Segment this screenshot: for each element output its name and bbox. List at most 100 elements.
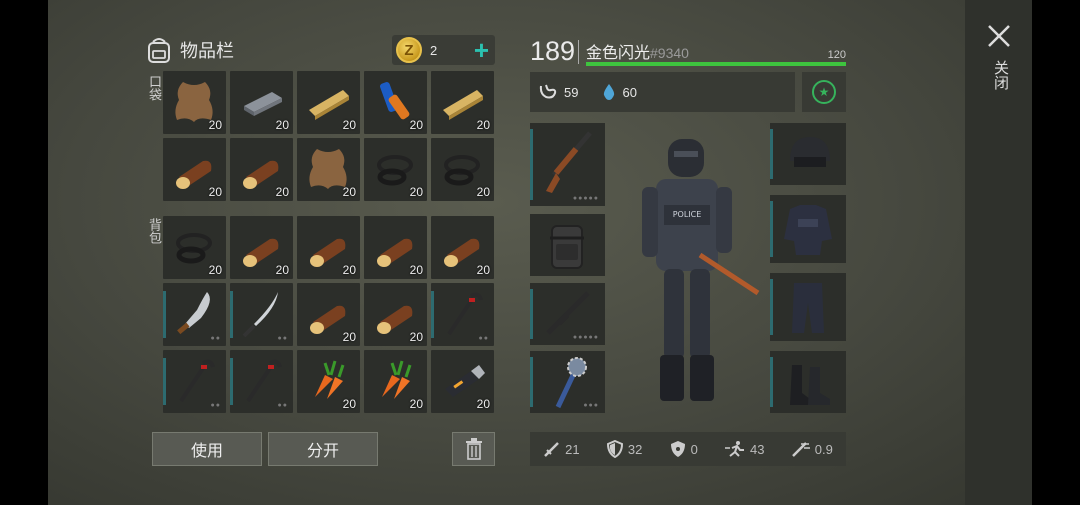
character-figure: POLICE [642, 139, 760, 401]
shotgun-icon [546, 131, 592, 193]
inventory-header: 物品栏 [146, 35, 234, 65]
backpack-slot[interactable]: ●● [163, 350, 226, 413]
equip-slot-weapon-secondary[interactable]: ●●●●● [530, 283, 605, 345]
durability-dots: ●● [277, 402, 288, 409]
tier-bar [770, 357, 773, 407]
backpack-slot[interactable]: 20 [297, 350, 360, 413]
pocket-slot[interactable]: 20 [297, 138, 360, 201]
star-icon: ★ [812, 80, 836, 104]
combat-stats: 21 32 0 43 0.9 [530, 432, 846, 466]
inventory-title: 物品栏 [180, 41, 234, 61]
close-label[interactable]: 关闭 [990, 60, 1011, 90]
attack-speed-icon [791, 442, 810, 457]
item-count: 20 [409, 118, 423, 132]
backpack-slot[interactable]: 20 [431, 216, 494, 279]
backpack-slot[interactable]: 20 [230, 216, 293, 279]
item-count: 20 [275, 185, 289, 199]
item-count: 20 [208, 263, 222, 277]
durability-dots: ●● [277, 335, 288, 342]
hunger-value: 59 [564, 84, 579, 100]
equip-slot-melee[interactable]: ●●● [530, 351, 605, 413]
item-count: 20 [208, 185, 222, 199]
equip-slot-boots[interactable] [770, 351, 846, 413]
damage-value: 21 [565, 441, 580, 457]
item-count: 20 [476, 185, 490, 199]
backpack-slot[interactable]: ●● [230, 350, 293, 413]
tier-bar [431, 291, 434, 338]
coin-counter: Z 2 + [392, 35, 495, 65]
item-count: 20 [476, 397, 490, 411]
tier-bar [530, 289, 533, 339]
stomach-icon [539, 84, 557, 99]
backpack-slot[interactable]: ●● [163, 283, 226, 346]
pocket-slot[interactable]: 20 [230, 138, 293, 201]
backpack-label: 背包 [147, 218, 162, 244]
item-count: 20 [409, 397, 423, 411]
pocket-slot[interactable]: 20 [364, 71, 427, 134]
durability-dots: ●●●●● [572, 195, 599, 202]
backpack-slot[interactable]: 20 [163, 216, 226, 279]
pocket-slot[interactable]: 20 [297, 71, 360, 134]
xp-bar-fill [586, 62, 846, 66]
tier-bar [230, 358, 233, 405]
backpack-slot[interactable]: 20 [297, 283, 360, 346]
equip-slot-helmet[interactable] [770, 123, 846, 185]
pocket-slot[interactable]: 20 [163, 138, 226, 201]
favorite-box[interactable]: ★ [802, 72, 846, 112]
durability-dots: ●●●●● [572, 334, 599, 341]
tier-bar [230, 291, 233, 338]
tier-bar [163, 358, 166, 405]
backpack-slot[interactable]: ●● [230, 283, 293, 346]
crowbar-icon [447, 292, 483, 336]
toxic-shield-icon [670, 441, 685, 457]
equip-slot-armor[interactable] [770, 195, 846, 263]
backpack-slot[interactable]: 20 [364, 350, 427, 413]
durability-dots: ●● [210, 402, 221, 409]
pocket-slot[interactable]: 20 [431, 138, 494, 201]
running-icon [725, 441, 745, 457]
tier-bar [770, 201, 773, 257]
stat-damage: 21 [543, 440, 580, 458]
backpack-slot[interactable]: ●● [431, 283, 494, 346]
pocket-slot[interactable]: 20 [230, 71, 293, 134]
trash-button[interactable] [452, 432, 495, 466]
police-vest-icon [784, 205, 832, 255]
durability-dots: ●● [478, 335, 489, 342]
split-button[interactable]: 分开 [268, 432, 378, 466]
level-divider [578, 40, 579, 64]
item-count: 20 [342, 185, 356, 199]
coin-count: 2 [430, 42, 438, 58]
coin-icon: Z [396, 37, 422, 63]
stat-attack-speed: 0.9 [791, 440, 833, 458]
stat-speed: 43 [724, 440, 765, 458]
durability-dots: ●● [210, 335, 221, 342]
sword-icon [544, 442, 560, 457]
shield-icon [606, 440, 623, 458]
backpack-slot[interactable]: 20 [364, 283, 427, 346]
pocket-slot[interactable]: 20 [364, 138, 427, 201]
backpack-slot[interactable]: 20 [431, 350, 494, 413]
equip-slot-weapon-main[interactable]: ●●●●● [530, 123, 605, 206]
tier-bar [530, 357, 533, 407]
item-count: 20 [342, 330, 356, 344]
equip-slot-pants[interactable] [770, 273, 846, 341]
defense-value: 32 [627, 441, 643, 457]
backpack-slot[interactable]: 20 [364, 216, 427, 279]
thirst-value: 60 [622, 84, 637, 100]
crowbar-icon [179, 359, 215, 403]
tier-bar [530, 129, 533, 200]
player-name: 金色闪光 [586, 45, 651, 62]
water-drop-icon [604, 84, 615, 100]
use-button[interactable]: 使用 [152, 432, 262, 466]
pocket-slot[interactable]: 20 [163, 71, 226, 134]
add-coins-button[interactable]: + [474, 37, 495, 63]
close-icon[interactable] [985, 22, 1013, 50]
item-count: 20 [275, 118, 289, 132]
backpack-icon [550, 225, 584, 269]
xp-max: 120 [827, 49, 846, 61]
trash-icon [465, 438, 482, 460]
player-level: 189 [530, 36, 576, 66]
pocket-slot[interactable]: 20 [431, 71, 494, 134]
equip-slot-backpack[interactable] [530, 214, 605, 276]
backpack-slot[interactable]: 20 [297, 216, 360, 279]
